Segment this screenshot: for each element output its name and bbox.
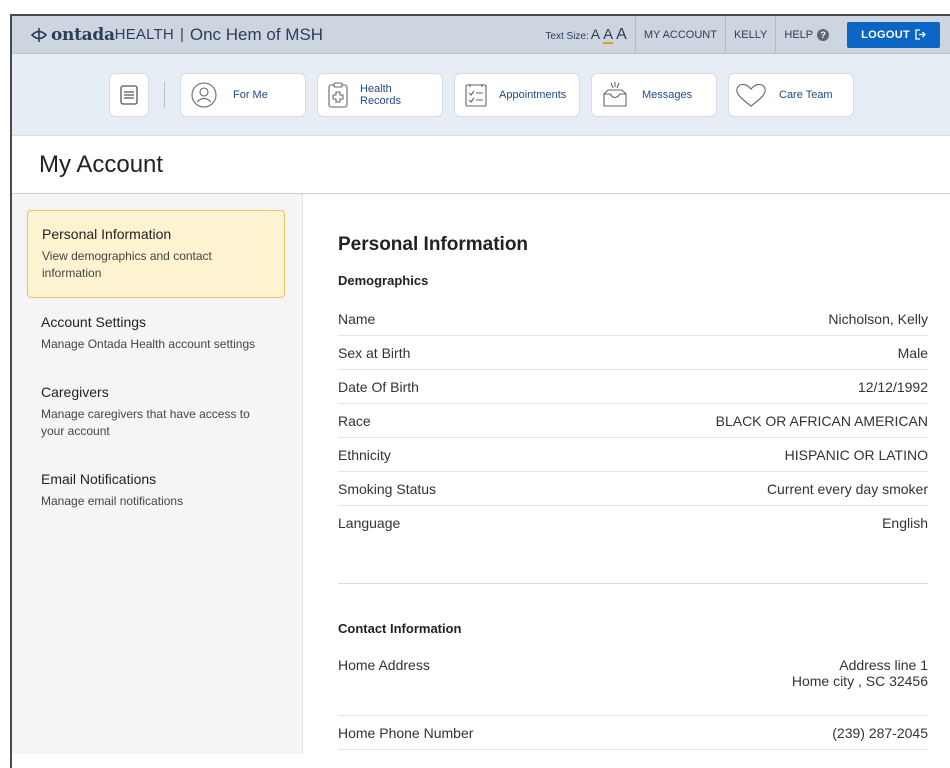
field-value: 12/12/1992 bbox=[857, 378, 928, 395]
sidebar-item-title: Account Settings bbox=[41, 314, 147, 330]
account-sidebar: Personal Information View demographics a… bbox=[12, 194, 303, 754]
quick-nav-bar: For Me Health Records Appointments Messa… bbox=[12, 54, 950, 136]
inbox-icon bbox=[603, 81, 627, 107]
field-label: Ethnicity bbox=[338, 446, 391, 463]
demographics-row-smoking: Smoking Status Current every day smoker bbox=[338, 472, 928, 506]
demographics-row-ethnicity: Ethnicity HISPANIC OR LATINO bbox=[338, 438, 928, 472]
tile-divider bbox=[164, 81, 165, 108]
help-link[interactable]: HELP ? bbox=[775, 16, 837, 53]
sidebar-item-title: Caregivers bbox=[41, 384, 109, 400]
address-line-1: Address line 1 bbox=[839, 657, 928, 673]
page-title-bar: My Account bbox=[12, 136, 950, 194]
ontada-logo-icon bbox=[30, 27, 48, 42]
logout-label: LOGOUT bbox=[861, 28, 910, 41]
field-label: Date Of Birth bbox=[338, 378, 419, 395]
field-value: HISPANIC OR LATINO bbox=[784, 446, 928, 463]
sidebar-item-account-settings[interactable]: Account Settings Manage Ontada Health ac… bbox=[27, 299, 285, 368]
personal-information-panel: Personal Information Demographics Name N… bbox=[303, 194, 950, 754]
sidebar-item-caregivers[interactable]: Caregivers Manage caregivers that have a… bbox=[27, 369, 285, 455]
menu-tile[interactable] bbox=[109, 72, 149, 117]
text-size-medium[interactable]: A bbox=[603, 27, 614, 44]
demographics-row-name: Name Nicholson, Kelly bbox=[338, 302, 928, 336]
text-size-large[interactable]: A bbox=[616, 26, 627, 44]
demographics-heading: Demographics bbox=[338, 273, 429, 288]
field-value: Current every day smoker bbox=[766, 480, 928, 497]
sidebar-item-desc: Manage Ontada Health account settings bbox=[41, 337, 256, 351]
contact-heading: Contact Information bbox=[338, 621, 462, 636]
person-icon bbox=[191, 81, 217, 108]
text-size-control: Text Size: A A A bbox=[537, 26, 634, 44]
menu-icon bbox=[120, 84, 138, 105]
logout-icon bbox=[915, 29, 926, 40]
brand[interactable]: ontada HEALTH | Onc Hem of MSH bbox=[12, 16, 323, 53]
field-value: Nicholson, Kelly bbox=[828, 310, 928, 327]
top-bar: ontada HEALTH | Onc Hem of MSH Text Size… bbox=[12, 16, 950, 54]
sidebar-item-email-notifications[interactable]: Email Notifications Manage email notific… bbox=[27, 456, 285, 525]
sidebar-item-personal-information[interactable]: Personal Information View demographics a… bbox=[27, 210, 285, 298]
field-value: BLACK OR AFRICAN AMERICAN bbox=[715, 412, 928, 429]
section-heading: Personal Information bbox=[338, 234, 529, 255]
content-area: Personal Information View demographics a… bbox=[12, 194, 950, 754]
field-label: Name bbox=[338, 310, 376, 327]
section-divider bbox=[338, 540, 928, 584]
clipboard-cross-icon bbox=[328, 81, 348, 108]
demographics-row-dob: Date Of Birth 12/12/1992 bbox=[338, 370, 928, 404]
text-size-small[interactable]: A bbox=[591, 26, 600, 42]
sidebar-item-desc: View demographics and contact informatio… bbox=[42, 249, 212, 280]
brand-ontada: ontada bbox=[51, 24, 115, 45]
heart-icon bbox=[736, 83, 766, 107]
demographics-row-race: Race BLACK OR AFRICAN AMERICAN bbox=[338, 404, 928, 438]
tile-label: For Me bbox=[233, 88, 268, 101]
tile-appointments[interactable]: Appointments bbox=[454, 72, 580, 117]
text-size-label: Text Size: bbox=[545, 30, 589, 42]
sidebar-item-title: Personal Information bbox=[42, 226, 172, 242]
my-account-link[interactable]: MY ACCOUNT bbox=[634, 16, 725, 53]
sidebar-item-desc: Manage caregivers that have access to yo… bbox=[41, 407, 250, 438]
tile-care-team[interactable]: Care Team bbox=[728, 72, 854, 117]
address-line-2: Home city , SC 32456 bbox=[791, 673, 928, 689]
top-nav: Text Size: A A A MY ACCOUNT KELLY HELP ?… bbox=[537, 16, 950, 53]
field-label: Language bbox=[338, 515, 401, 531]
field-value: English bbox=[882, 515, 928, 531]
field-label: Home Phone Number bbox=[338, 724, 474, 741]
tile-for-me[interactable]: For Me bbox=[180, 72, 306, 117]
app-window: ontada HEALTH | Onc Hem of MSH Text Size… bbox=[10, 14, 950, 768]
field-value: Male bbox=[897, 344, 928, 361]
user-link[interactable]: KELLY bbox=[724, 16, 775, 53]
tile-label: Care Team bbox=[779, 88, 833, 101]
sidebar-item-title: Email Notifications bbox=[41, 471, 157, 487]
tile-label: Messages bbox=[642, 88, 693, 101]
brand-health: HEALTH bbox=[114, 26, 174, 43]
tile-label: Appointments bbox=[499, 88, 567, 101]
tile-label: Health Records bbox=[360, 82, 401, 107]
demographics-row-sex: Sex at Birth Male bbox=[338, 336, 928, 370]
brand-separator: | bbox=[179, 26, 184, 43]
demographics-row-language: Language English bbox=[338, 506, 928, 540]
contact-row-home-phone: Home Phone Number (239) 287-2045 bbox=[338, 716, 928, 750]
tile-messages[interactable]: Messages bbox=[591, 72, 717, 117]
logout-button[interactable]: LOGOUT bbox=[847, 21, 940, 48]
field-value: Address line 1 Home city , SC 32456 bbox=[792, 657, 928, 689]
help-label: HELP bbox=[784, 28, 814, 41]
field-label: Race bbox=[338, 412, 371, 429]
field-label: Sex at Birth bbox=[338, 344, 411, 361]
sidebar-item-desc: Manage email notifications bbox=[41, 494, 184, 508]
field-label: Home Address bbox=[338, 657, 430, 673]
field-label: Smoking Status bbox=[338, 480, 437, 497]
help-icon: ? bbox=[817, 28, 830, 41]
contact-row-home-address: Home Address Address line 1 Home city , … bbox=[338, 650, 928, 716]
tile-health-records[interactable]: Health Records bbox=[317, 72, 443, 117]
checklist-icon bbox=[465, 83, 487, 107]
page-title: My Account bbox=[39, 150, 164, 178]
org-name: Onc Hem of MSH bbox=[189, 24, 324, 44]
field-value: (239) 287-2045 bbox=[832, 724, 928, 741]
